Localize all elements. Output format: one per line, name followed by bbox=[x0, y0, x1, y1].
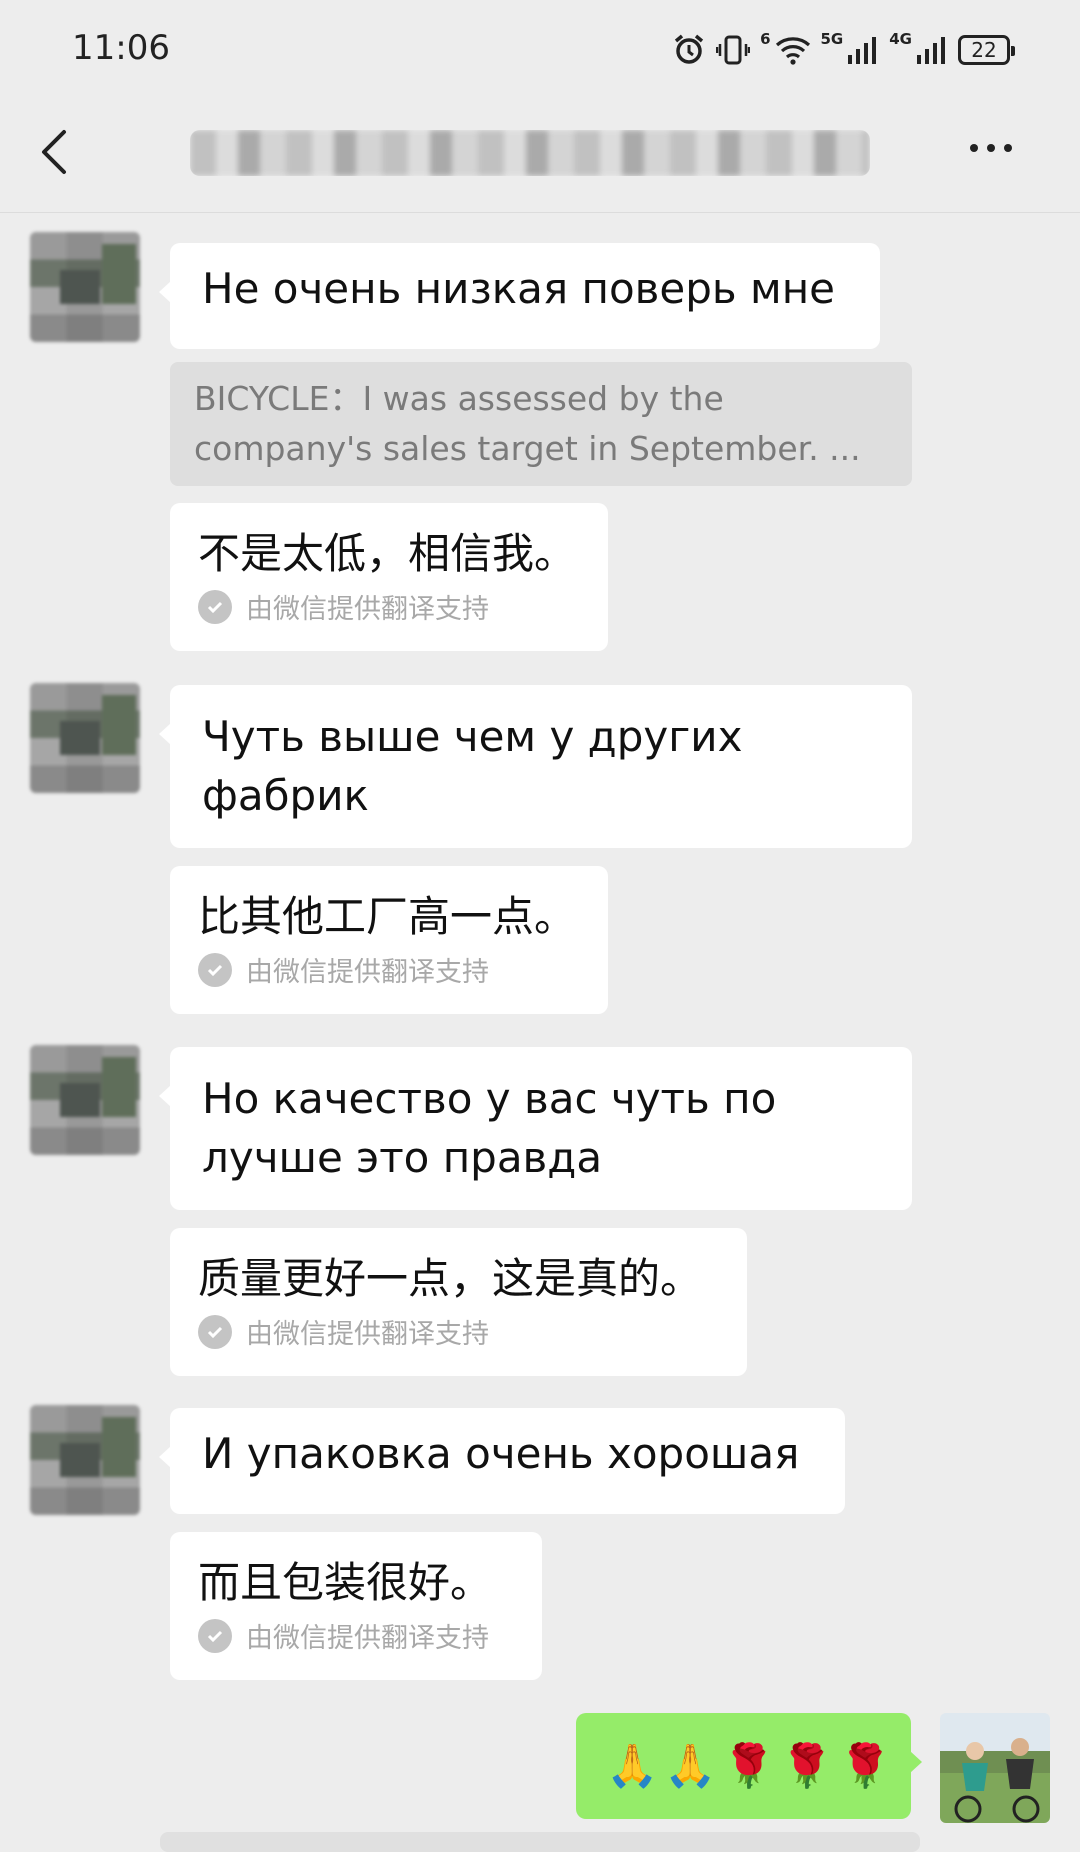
translation-text: 不是太低，相信我。 bbox=[198, 529, 577, 578]
chevron-left-icon bbox=[42, 130, 66, 174]
message-bubble[interactable]: И упаковка очень хорошая bbox=[159, 1408, 845, 1514]
translation-bubble[interactable]: 而且包装很好。 由微信提供翻译支持 bbox=[170, 1532, 542, 1680]
wifi-badge: 6 bbox=[760, 30, 771, 48]
battery-indicator: 22 bbox=[958, 35, 1015, 65]
translation-note: 由微信提供翻译支持 bbox=[198, 1312, 719, 1351]
ellipsis-dot bbox=[1004, 144, 1012, 152]
translation-note-text: 由微信提供翻译支持 bbox=[246, 1319, 489, 1350]
message-text: Не очень низкая поверь мне bbox=[202, 264, 835, 313]
emoji-rose: 🌹 bbox=[780, 1741, 834, 1790]
emoji-folded-hands: 🙏 bbox=[606, 1741, 659, 1790]
battery-level: 22 bbox=[971, 38, 997, 62]
network-5g-label: 5G bbox=[820, 30, 844, 48]
status-icons: 6 5G 4G 22 bbox=[672, 30, 1015, 70]
translation-bubble[interactable]: 比其他工厂高一点。 由微信提供翻译支持 bbox=[170, 866, 608, 1014]
emoji-rose: 🌹 bbox=[839, 1741, 892, 1790]
message-text: Чуть выше чем у других фабрик bbox=[202, 712, 743, 820]
check-icon bbox=[198, 589, 232, 624]
check-icon bbox=[198, 1618, 232, 1653]
status-time: 11:06 bbox=[72, 28, 170, 68]
message-text: Но качество у вас чуть по лучше это прав… bbox=[202, 1074, 777, 1182]
vibrate-icon bbox=[716, 35, 751, 65]
translation-note-text: 由微信提供翻译支持 bbox=[246, 594, 489, 625]
check-icon bbox=[198, 1314, 232, 1349]
wifi-icon bbox=[775, 37, 810, 65]
message-bubble[interactable]: Чуть выше чем у других фабрик bbox=[159, 685, 912, 848]
next-message-edge bbox=[160, 1832, 920, 1852]
chat-title: ██████████████ bbox=[190, 130, 870, 176]
contact-avatar[interactable] bbox=[30, 1405, 140, 1515]
translation-note-text: 由微信提供翻译支持 bbox=[246, 957, 489, 988]
chat-title-text: ██████████████ bbox=[190, 136, 513, 171]
ellipsis-icon bbox=[970, 144, 978, 152]
emoji-folded-hands: 🙏 bbox=[664, 1741, 717, 1790]
quoted-text: BICYCLE：I was assessed by the company's … bbox=[194, 379, 861, 468]
message-text: И упаковка очень хорошая bbox=[202, 1429, 800, 1478]
emoji-rose: 🌹 bbox=[722, 1741, 775, 1790]
translation-note: 由微信提供翻译支持 bbox=[198, 950, 580, 989]
chat-header: ██████████████ bbox=[0, 100, 1080, 213]
signal-icon bbox=[848, 37, 877, 64]
translation-text: 质量更好一点，这是真的。 bbox=[198, 1254, 703, 1303]
status-bar: 11:06 6 5G 4G 22 bbox=[0, 0, 1080, 100]
message-bubble[interactable]: Но качество у вас чуть по лучше это прав… bbox=[159, 1047, 912, 1210]
translation-note-text: 由微信提供翻译支持 bbox=[246, 1623, 489, 1654]
translation-text: 而且包装很好。 bbox=[198, 1558, 493, 1607]
translation-note: 由微信提供翻译支持 bbox=[198, 1616, 514, 1655]
network-4g-label: 4G bbox=[889, 30, 912, 48]
translation-text: 比其他工厂高一点。 bbox=[198, 892, 577, 941]
avatar-photo bbox=[940, 1713, 1050, 1823]
translation-bubble[interactable]: 不是太低，相信我。 由微信提供翻译支持 bbox=[170, 503, 608, 651]
alarm-icon bbox=[674, 34, 704, 64]
signal-icon bbox=[917, 37, 945, 64]
translation-note: 由微信提供翻译支持 bbox=[198, 587, 580, 626]
message-bubble[interactable]: Не очень низкая поверь мне bbox=[159, 243, 880, 349]
quoted-message[interactable]: BICYCLE：I was assessed by the company's … bbox=[170, 362, 912, 486]
translation-bubble[interactable]: 质量更好一点，这是真的。 由微信提供翻译支持 bbox=[170, 1228, 747, 1376]
more-button[interactable] bbox=[970, 144, 1030, 164]
back-button[interactable] bbox=[30, 122, 90, 182]
ellipsis-dot bbox=[987, 144, 995, 152]
contact-avatar[interactable] bbox=[30, 1045, 140, 1155]
check-icon bbox=[198, 952, 232, 987]
my-message-bubble[interactable]: 🙏 🙏 🌹 🌹 🌹 bbox=[576, 1713, 922, 1819]
my-avatar[interactable] bbox=[940, 1713, 1050, 1823]
contact-avatar[interactable] bbox=[30, 232, 140, 342]
contact-avatar[interactable] bbox=[30, 683, 140, 793]
